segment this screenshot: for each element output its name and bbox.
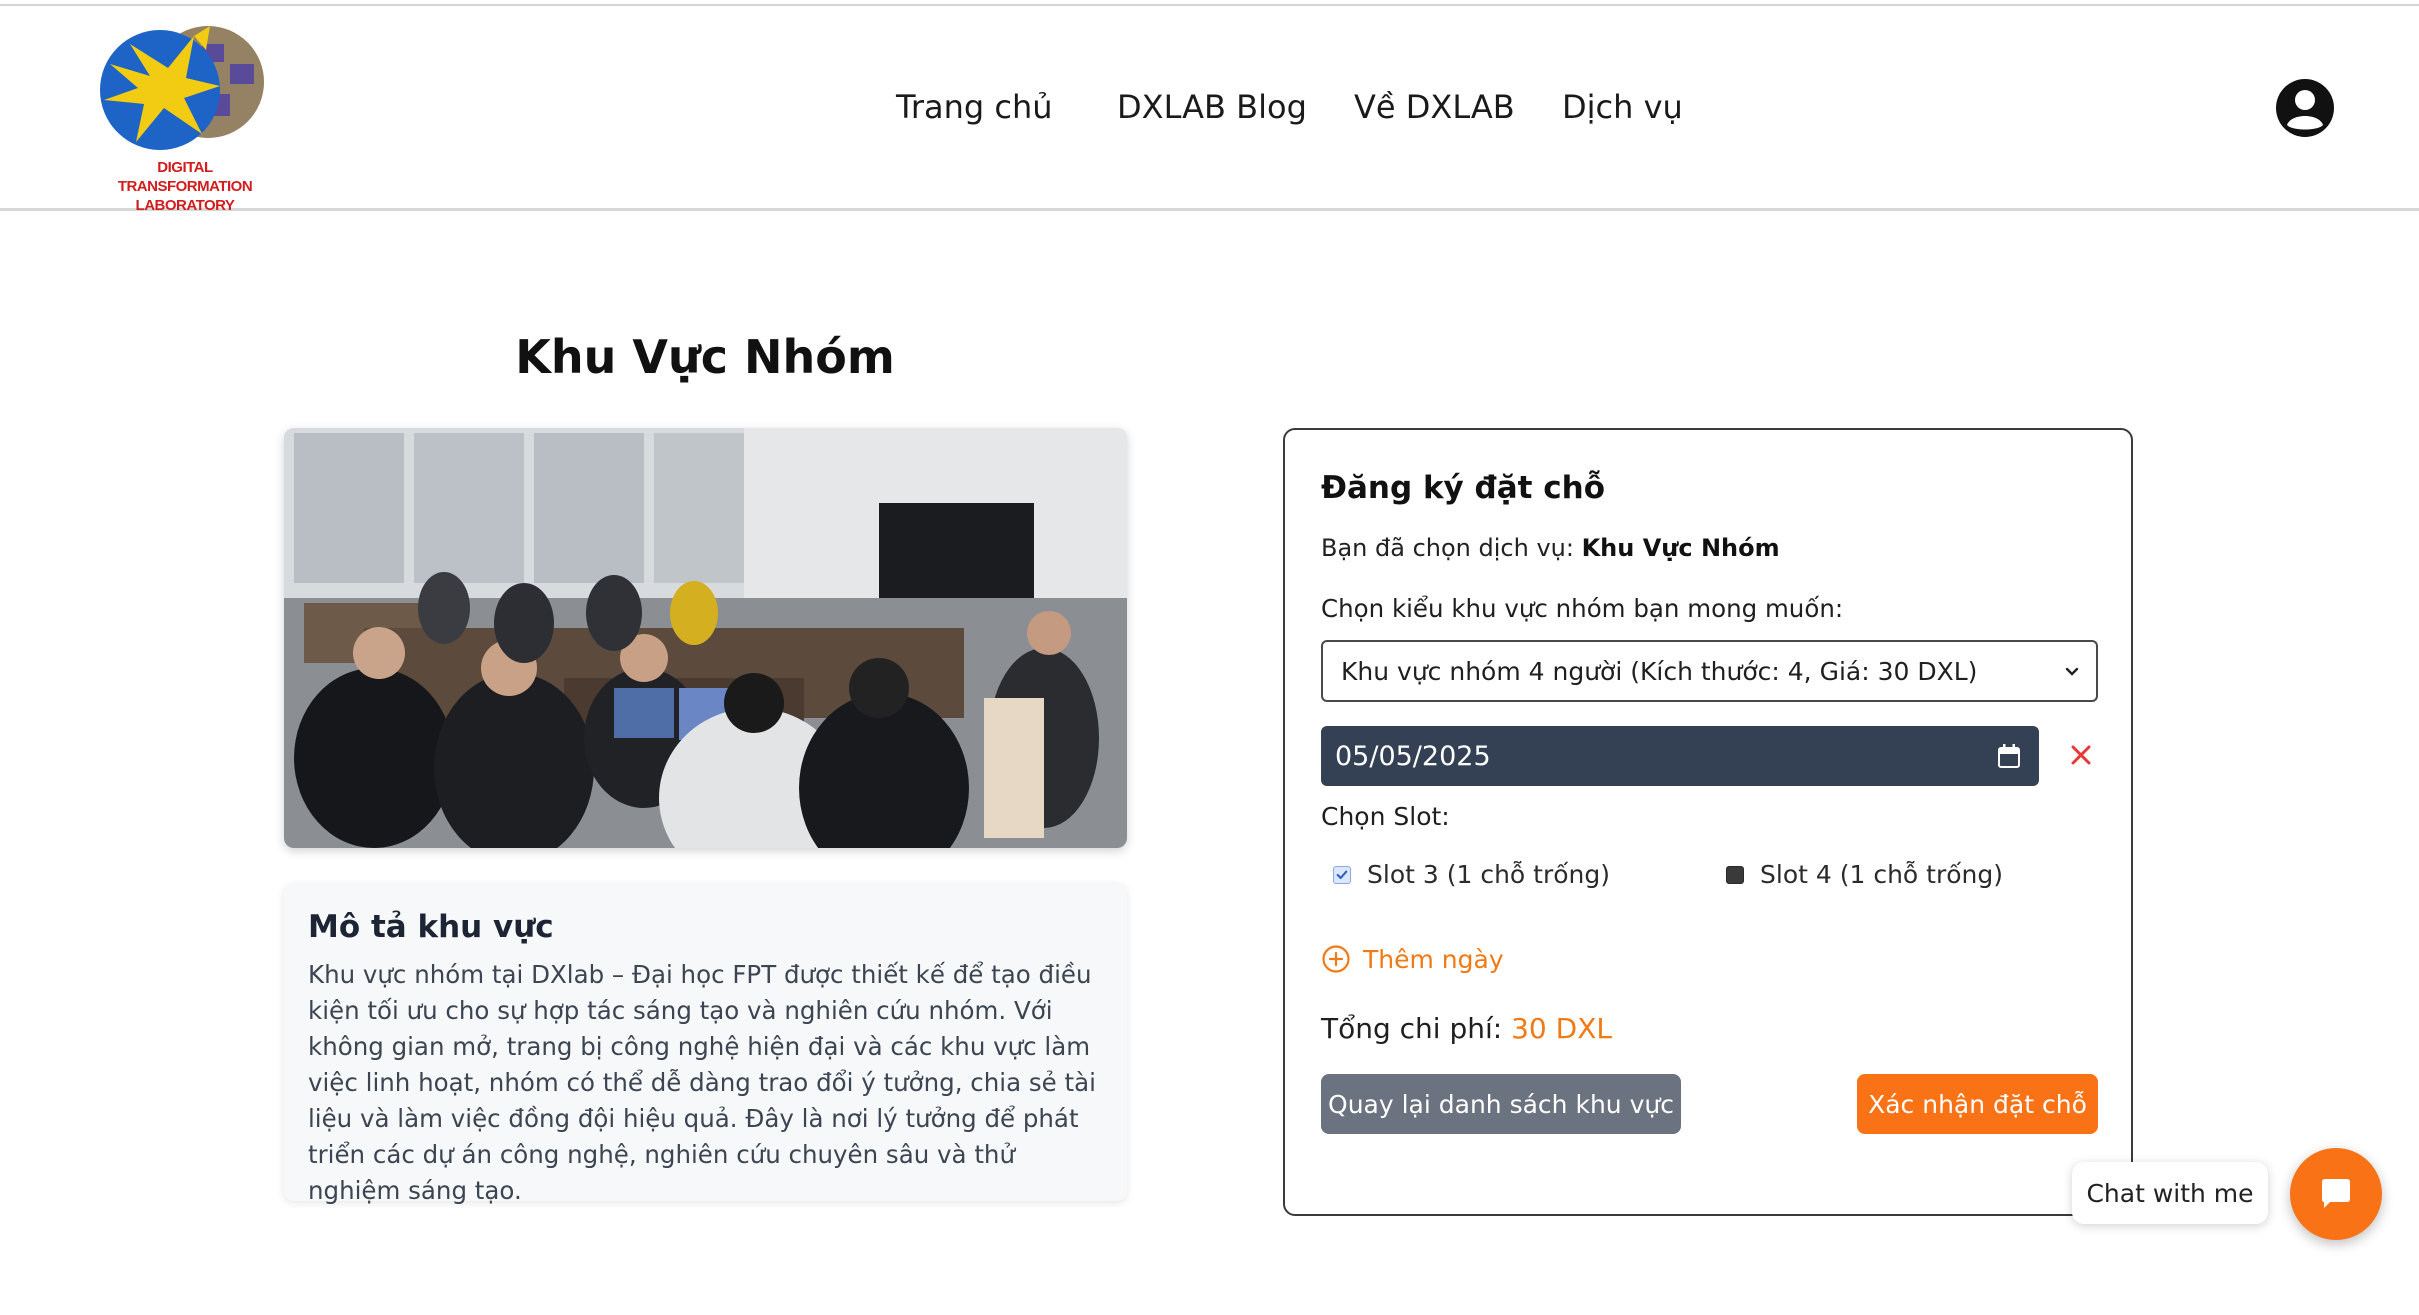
- chosen-service-name: Khu Vực Nhóm: [1581, 534, 1780, 562]
- slot-4-label: Slot 4 (1 chỗ trống): [1760, 860, 2003, 889]
- total-amount: 30 DXL: [1511, 1012, 1612, 1045]
- area-type-selected: Khu vực nhóm 4 người (Kích thước: 4, Giá…: [1341, 656, 1978, 686]
- remove-date-icon[interactable]: [2068, 742, 2094, 768]
- check-icon: [1336, 870, 1348, 879]
- chat-launcher-button[interactable]: [2290, 1148, 2382, 1240]
- calendar-icon[interactable]: [1997, 743, 2021, 769]
- chat-icon: [2322, 1179, 2350, 1208]
- nav-services[interactable]: Dịch vụ: [1562, 88, 1683, 126]
- nav-blog[interactable]: DXLAB Blog: [1117, 88, 1307, 126]
- user-circle-icon: [2276, 79, 2334, 137]
- chat-with-me-bubble[interactable]: Chat with me: [2072, 1162, 2268, 1224]
- chosen-service-text: Bạn đã chọn dịch vụ: Khu Vực Nhóm: [1321, 534, 1780, 562]
- total-label: Tổng chi phí:: [1321, 1012, 1512, 1045]
- date-input[interactable]: 05/05/2025: [1321, 726, 2039, 786]
- nav-about[interactable]: Về DXLAB: [1354, 88, 1515, 126]
- add-day-button[interactable]: Thêm ngày: [1321, 944, 1504, 974]
- add-day-label: Thêm ngày: [1363, 944, 1504, 974]
- area-type-select[interactable]: Khu vực nhóm 4 người (Kích thước: 4, Giá…: [1321, 640, 2098, 702]
- site-header: DIGITAL TRANSFORMATION LABORATORY Trang c…: [0, 6, 2419, 214]
- total-cost: Tổng chi phí: 30 DXL: [1321, 1012, 1612, 1045]
- chevron-down-icon: [2065, 667, 2079, 676]
- main-nav: Trang chủ DXLAB Blog Về DXLAB Dịch vụ: [0, 6, 2419, 211]
- nav-home[interactable]: Trang chủ: [896, 88, 1053, 126]
- slot-4-checkbox[interactable]: [1726, 865, 1744, 884]
- slot-3-label: Slot 3 (1 chỗ trống): [1367, 860, 1610, 889]
- description-text: Khu vực nhóm tại DXlab – Đại học FPT đượ…: [308, 960, 1096, 1205]
- page-title: Khu Vực Nhóm: [515, 330, 895, 384]
- area-photo: [284, 428, 1127, 848]
- area-type-label: Chọn kiểu khu vực nhóm bạn mong muốn:: [1321, 594, 1844, 623]
- description-heading: Mô tả khu vực: [308, 909, 554, 945]
- booking-card: Đăng ký đặt chỗ Bạn đã chọn dịch vụ: Khu…: [1283, 428, 2133, 1216]
- slot-option-4[interactable]: Slot 4 (1 chỗ trống): [1726, 860, 2003, 889]
- area-description: Mô tả khu vực Khu vực nhóm tại DXlab – Đ…: [284, 883, 1127, 1205]
- group-work-photo: [284, 428, 1127, 848]
- user-account-button[interactable]: [2275, 78, 2335, 138]
- slot-option-3[interactable]: Slot 3 (1 chỗ trống): [1333, 860, 1610, 889]
- date-value: 05/05/2025: [1335, 740, 1491, 772]
- slot-label: Chọn Slot:: [1321, 802, 1450, 831]
- confirm-booking-button[interactable]: Xác nhận đặt chỗ: [1857, 1074, 2098, 1134]
- back-to-areas-button[interactable]: Quay lại danh sách khu vực: [1321, 1074, 1681, 1134]
- chosen-service-prefix: Bạn đã chọn dịch vụ:: [1321, 534, 1582, 562]
- slot-3-checkbox[interactable]: [1333, 865, 1351, 884]
- plus-circle-icon: [1322, 945, 1350, 973]
- booking-title: Đăng ký đặt chỗ: [1321, 470, 1606, 506]
